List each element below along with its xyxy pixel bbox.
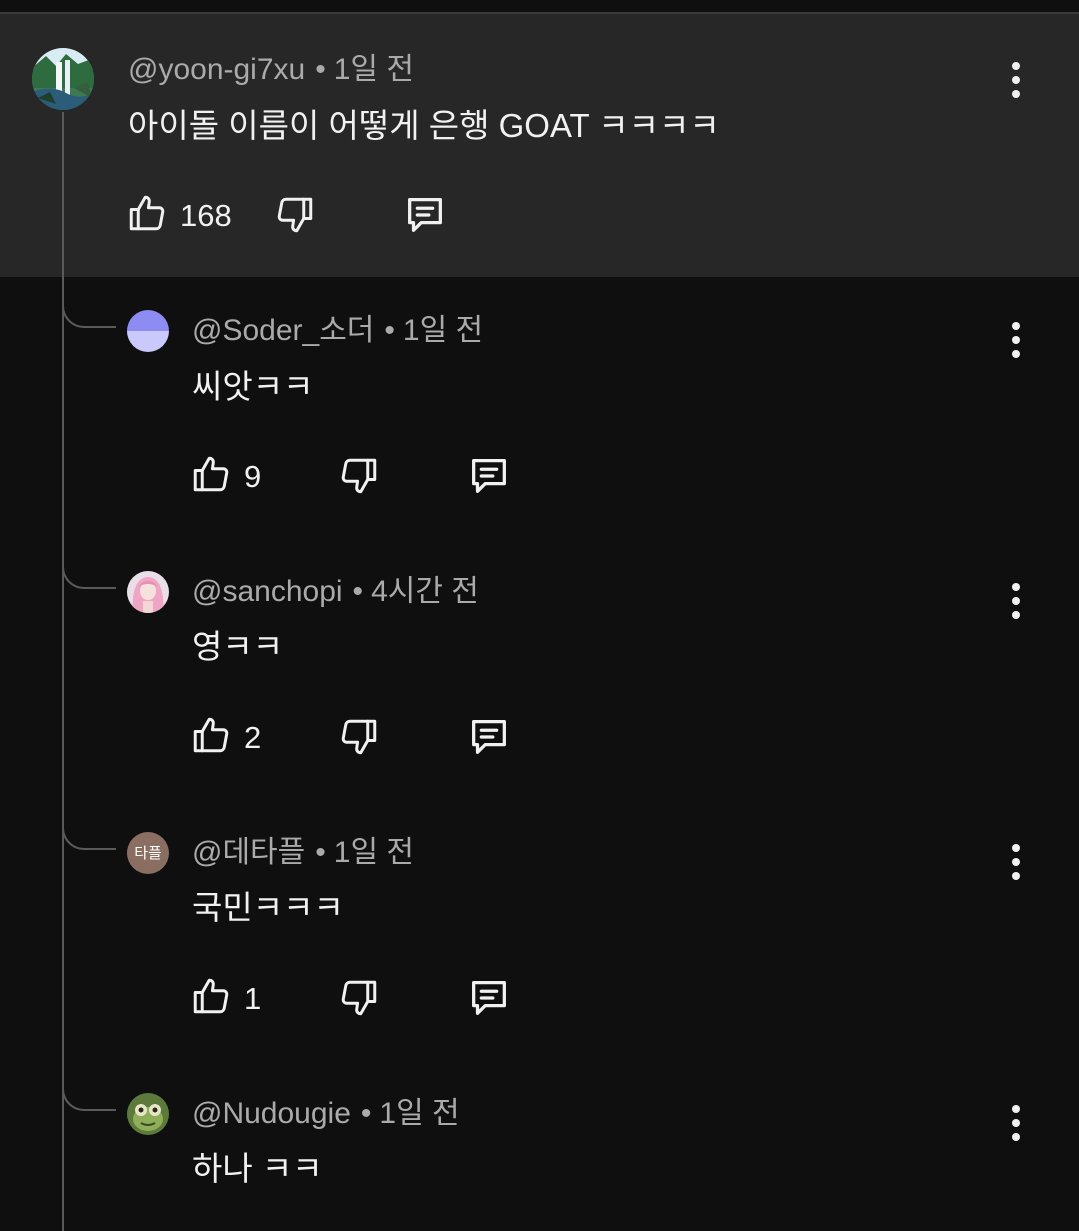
avatar[interactable] [127,1093,169,1135]
like-button[interactable] [190,453,232,495]
reply-comment-icon [472,459,506,493]
like-button[interactable] [190,714,232,756]
timestamp[interactable]: 1일 전 [379,1097,459,1130]
thumbs-up-icon [129,195,165,231]
avatar[interactable] [127,310,169,352]
kebab-dot [1012,62,1020,70]
kebab-dot [1012,350,1020,358]
dislike-button[interactable] [274,194,316,236]
avatar[interactable] [127,571,169,613]
reply-button[interactable] [466,453,512,499]
comment-meta: @Soder_소더 • 1일 전 [192,313,483,349]
pink-hair-character-avatar [127,571,169,613]
green-frog-avatar [127,1093,169,1135]
kebab-dot [1012,583,1020,591]
purple-gradient-avatar [127,310,169,352]
kebab-dot [1012,844,1020,852]
separator-dot: • [360,1097,372,1130]
thumbs-down-icon [341,719,377,755]
reply-connector [62,814,116,850]
waterfall-landscape-avatar [32,48,94,110]
timestamp[interactable]: 4시간 전 [371,575,479,608]
kebab-dot [1012,611,1020,619]
kebab-dot [1012,76,1020,84]
author-handle[interactable]: @sanchopi [192,575,343,608]
thumbs-down-icon [277,197,313,233]
like-count: 168 [180,198,232,233]
kebab-dot [1012,597,1020,605]
kebab-dot [1012,858,1020,866]
comment-meta: @sanchopi • 4시간 전 [192,574,479,610]
author-handle[interactable]: @데타플 [192,836,305,869]
more-options-button[interactable] [996,1099,1036,1147]
timestamp[interactable]: 1일 전 [334,836,414,869]
comment-text: 국민ㅋㅋㅋ [192,889,344,926]
comment-meta: @데타플 • 1일 전 [192,835,414,871]
timestamp[interactable]: 1일 전 [334,53,414,86]
thumbs-down-icon [341,458,377,494]
author-handle[interactable]: @Soder_소더 [192,314,374,347]
author-handle[interactable]: @yoon-gi7xu [128,53,305,86]
reply-button[interactable] [402,192,448,238]
separator-dot: • [315,836,326,869]
avatar[interactable]: 타플 [127,832,169,874]
avatar-initials: 타플 [134,844,162,862]
kebab-dot [1012,1105,1020,1113]
dislike-button[interactable] [338,455,380,497]
reply-connector [62,1075,116,1111]
top-divider [0,0,1079,14]
thumbs-down-icon [341,980,377,1016]
author-handle[interactable]: @Nudougie [192,1097,351,1130]
more-options-button[interactable] [996,56,1036,104]
thread-line [62,112,64,1231]
comment-text: 씨앗ㅋㅋ [192,368,314,405]
like-count: 9 [244,459,262,494]
kebab-dot [1012,1133,1020,1141]
comment-meta: @yoon-gi7xu • 1일 전 [128,52,414,88]
kebab-dot [1012,336,1020,344]
reply-connector [62,553,116,589]
more-options-button[interactable] [996,316,1036,364]
comment-text: 영ㅋㅋ [192,628,284,665]
reply-button[interactable] [466,714,512,760]
reply-connector [62,292,116,328]
comment-thread: @yoon-gi7xu • 1일 전 아이돌 이름이 어떻게 은행 GOAT ㅋㅋㅋ… [0,0,1079,1231]
comment-text: 아이돌 이름이 어떻게 은행 GOAT ㅋㅋㅋㅋ [128,107,720,144]
separator-dot: • [352,575,364,608]
dislike-button[interactable] [338,716,380,758]
kebab-dot [1012,90,1020,98]
thumbs-up-icon [193,456,229,492]
comment-meta: @Nudougie • 1일 전 [192,1096,460,1132]
kebab-dot [1012,1119,1020,1127]
thumbs-up-icon [193,978,229,1014]
kebab-dot [1012,872,1020,880]
dislike-button[interactable] [338,977,380,1019]
timestamp[interactable]: 1일 전 [403,314,483,347]
separator-dot: • [315,53,326,86]
reply-button[interactable] [466,975,512,1021]
more-options-button[interactable] [996,577,1036,625]
avatar[interactable] [32,48,94,110]
separator-dot: • [384,314,395,347]
like-button[interactable] [126,192,168,234]
reply-comment-icon [472,720,506,754]
like-button[interactable] [190,975,232,1017]
thumbs-up-icon [193,717,229,753]
like-count: 2 [244,720,262,755]
like-count: 1 [244,981,262,1016]
more-options-button[interactable] [996,838,1036,886]
reply-comment-icon [408,198,442,232]
comment-text: 하나 ㅋㅋ [192,1150,323,1187]
kebab-dot [1012,322,1020,330]
reply-comment-icon [472,981,506,1015]
